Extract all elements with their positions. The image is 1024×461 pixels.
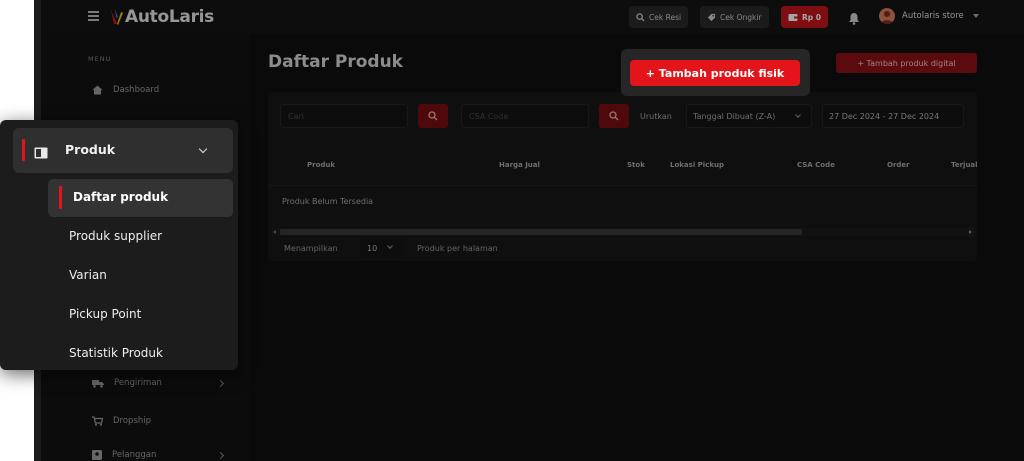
search-button[interactable] [418,104,448,128]
hamburger-menu-icon[interactable] [88,11,99,21]
avatar[interactable] [879,8,895,24]
app-name: AutoLaris [125,7,214,27]
add-digital-product-button[interactable]: + Tambah produk digital [836,53,977,73]
submenu-item-pickup-point[interactable]: Pickup Point [69,307,141,321]
column-header-terjual: Terjual [951,161,978,169]
submenu-item-produk-supplier[interactable]: Produk supplier [69,229,162,243]
cek-resi-label: Cek Resi [649,12,682,22]
showing-label: Menampilkan [284,244,338,253]
sidebar-item-label: Dashboard [113,85,160,95]
submenu-item-statistik-produk[interactable]: Statistik Produk [69,346,163,360]
menu-label: MENU [88,55,112,63]
active-indicator [22,139,25,161]
empty-state-text: Produk Belum Tersedia [282,197,374,206]
sidebar-item-dashboard[interactable]: Dashboard [92,85,159,95]
date-range-picker[interactable]: 27 Dec 2024 - 27 Dec 2024 [822,104,964,128]
sidebar-item-pengiriman[interactable]: Pengiriman [92,378,162,388]
sort-value: Tanggal Dibuat (Z-A) [693,111,776,121]
submenu-item-varian[interactable]: Varian [69,268,107,282]
truck-icon [92,379,104,388]
cek-ongkir-button[interactable]: Cek Ongkir [700,6,769,28]
product-box-icon [34,144,48,159]
sidebar-item-label: Pengiriman [114,378,162,388]
page-title: Daftar Produk [268,52,403,72]
table-divider [268,185,977,186]
per-page-label: Produk per halaman [417,244,498,253]
app-logo[interactable]: AutoLaris [108,5,214,29]
active-indicator [59,186,62,209]
chevron-down-icon[interactable] [973,14,979,18]
balance-label: Rp 0 [802,12,821,22]
sidebar-item-label: Pelanggan [112,450,157,460]
cek-ongkir-label: Cek Ongkir [720,12,762,22]
logo-mark-icon [108,7,124,27]
cek-resi-button[interactable]: Cek Resi [629,6,689,28]
produk-label: Produk [65,142,116,157]
scroll-right-icon[interactable] [969,230,972,234]
column-header-lokasi-pickup: Lokasi Pickup [670,161,724,169]
user-icon [92,450,102,460]
sidebar-item-pelanggan[interactable]: Pelanggan [92,450,156,460]
sidebar-item-dropship[interactable]: Dropship [92,416,151,426]
add-physical-product-button[interactable]: + Tambah produk fisik [630,60,800,86]
search-icon [636,12,645,22]
column-header-stok: Stok [627,161,645,169]
per-page-value: 10 [367,243,378,253]
column-header-order: Order [887,161,910,169]
sort-select[interactable]: Tanggal Dibuat (Z-A) [686,104,812,128]
cart-icon [92,416,103,426]
store-name[interactable]: Autolaris store [902,11,964,21]
search-icon [609,111,619,121]
wallet-icon [788,13,798,21]
sort-label: Urutkan [640,112,672,121]
csa-code-input[interactable]: CSA Code [461,104,589,128]
column-header-harga-jual: Harga Jual [499,161,540,169]
per-page-select[interactable]: 10 [360,238,404,258]
submenu-label-daftar-produk[interactable]: Daftar produk [73,190,168,204]
search-icon [428,111,438,121]
search-input[interactable]: Cari [280,104,408,128]
balance-button[interactable]: Rp 0 [781,6,828,28]
scrollbar-thumb[interactable] [280,229,802,235]
csa-search-button[interactable] [599,104,629,128]
date-range-value: 27 Dec 2024 - 27 Dec 2024 [829,111,940,121]
column-header-csa-code: CSA Code [797,161,835,169]
column-header-produk: Produk [307,161,336,169]
scroll-left-icon[interactable] [273,230,276,234]
tag-icon [707,13,716,21]
sidebar-item-label: Dropship [113,416,152,426]
notification-bell-icon[interactable] [848,10,860,25]
home-icon [92,85,103,95]
